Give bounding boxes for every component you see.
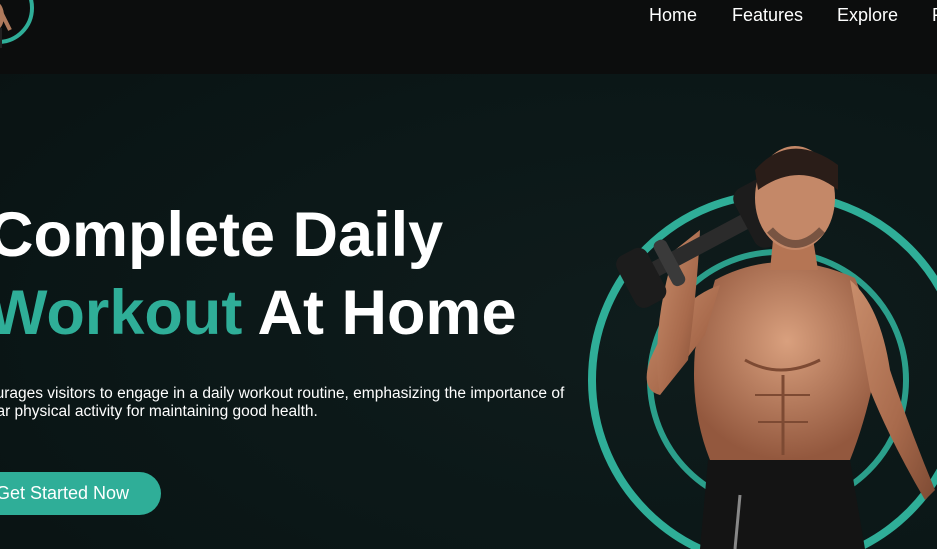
landing-page: Home Features Explore F Complete Daily W…: [0, 0, 937, 549]
nav-link-home[interactable]: Home: [649, 5, 697, 25]
hero-title-line1: Complete Daily: [0, 200, 444, 270]
hero-title-line2: At Home: [242, 278, 517, 348]
hero-title: Complete Daily Workout At Home: [0, 196, 517, 352]
hero-description: encourages visitors to engage in a daily…: [0, 385, 565, 420]
nav-link-truncated[interactable]: F: [932, 5, 937, 25]
athlete-logo-icon[interactable]: [0, 0, 34, 50]
get-started-button[interactable]: Get Started Now: [0, 472, 161, 515]
hero-title-accent: Workout: [0, 278, 243, 348]
navbar: Home Features Explore F: [0, 0, 937, 74]
nav-link-features[interactable]: Features: [732, 5, 803, 25]
nav-link-explore[interactable]: Explore: [837, 5, 898, 25]
muscular-man-with-dumbbell-image: [588, 146, 937, 549]
